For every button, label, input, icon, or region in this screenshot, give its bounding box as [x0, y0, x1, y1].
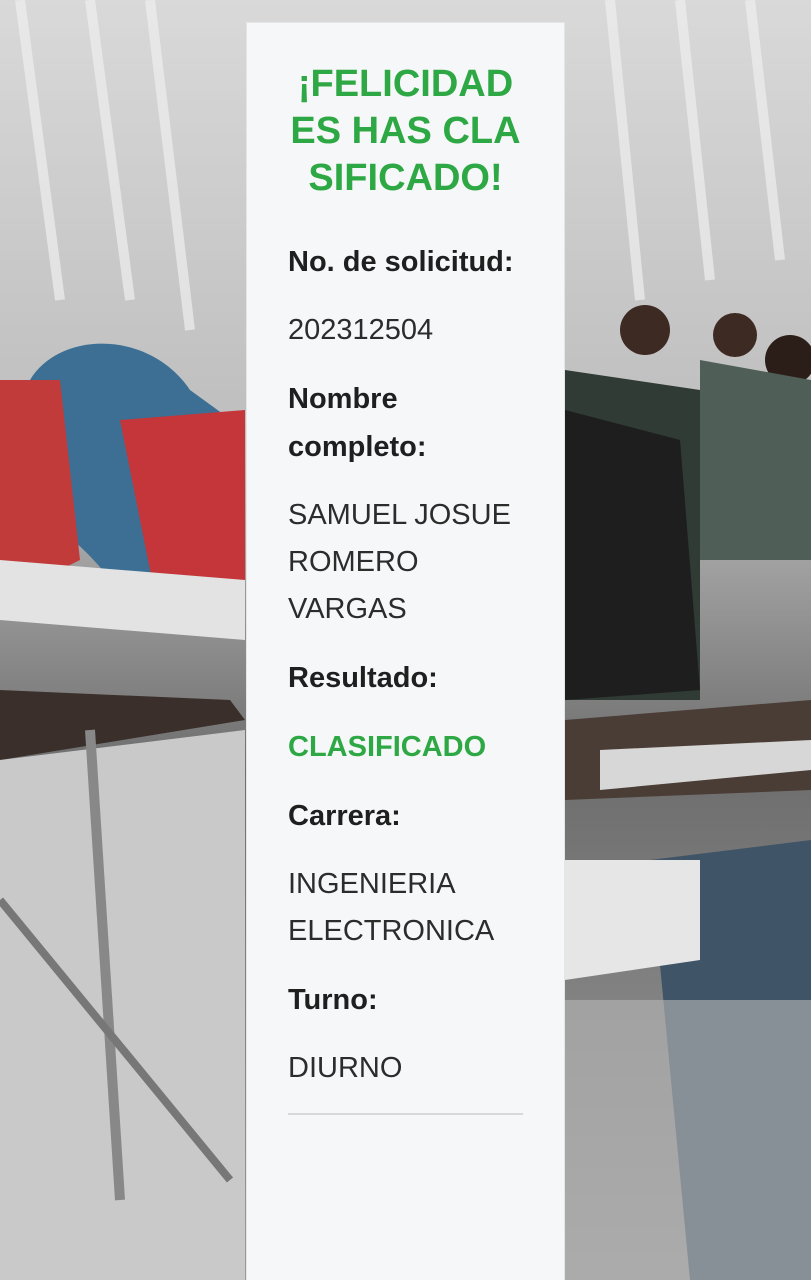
career-label: Carrera: — [288, 800, 401, 832]
shift-value: DIURNO — [288, 1052, 403, 1084]
divider — [288, 1113, 523, 1115]
result-card: ¡FELICIDADES HAS CLASIFICADO! No. de sol… — [246, 22, 565, 1280]
result-label: Resultado: — [288, 662, 438, 694]
shift-label: Turno: — [288, 984, 378, 1016]
congratulations-heading: ¡FELICIDADES HAS CLASIFICADO! — [290, 63, 521, 199]
request-number-label: No. de solicitud: — [288, 246, 514, 278]
full-name-label: Nombre completo: — [288, 383, 427, 463]
request-number-value: 202312504 — [288, 314, 434, 346]
full-name-value: SAMUEL JOSUE ROMERO VARGAS — [288, 499, 511, 625]
screen: ¡FELICIDADES HAS CLASIFICADO! No. de sol… — [0, 0, 811, 1280]
career-value: INGENIERIA ELECTRONICA — [288, 868, 495, 947]
result-status-value: CLASIFICADO — [288, 731, 487, 763]
